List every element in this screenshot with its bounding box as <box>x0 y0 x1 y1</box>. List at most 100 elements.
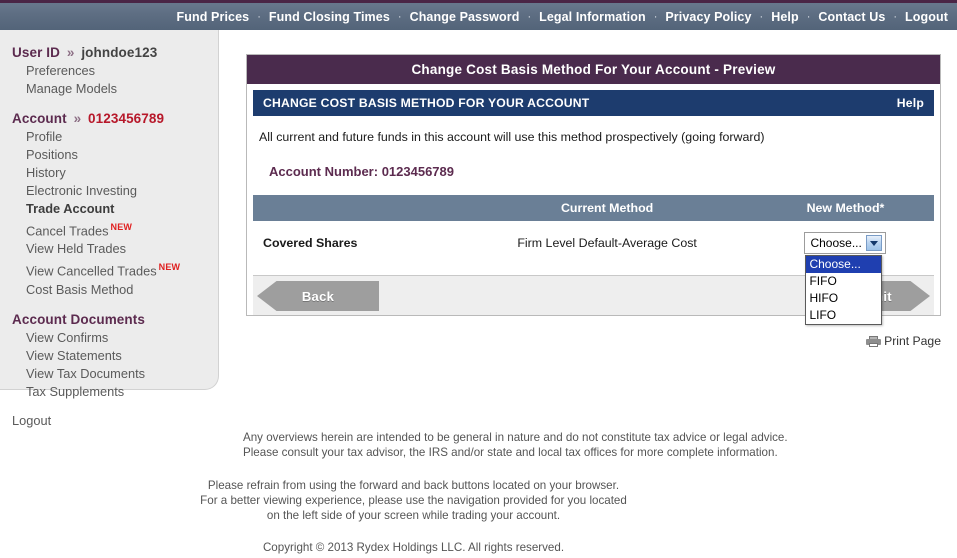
sidebar-item-view-held-trades[interactable]: View Held Trades <box>0 240 218 258</box>
sidebar-item-positions[interactable]: Positions <box>0 146 218 164</box>
sidebar-item-label: Cost Basis Method <box>26 281 134 297</box>
row-label-covered-shares: Covered Shares <box>263 236 358 250</box>
footer-disclaimer: Any overviews herein are intended to be … <box>243 430 957 460</box>
sidebar-item-manage-models[interactable]: Manage Models <box>0 80 218 98</box>
table-body: Covered Shares Firm Level Default-Averag… <box>253 221 934 325</box>
footer-copyright: Copyright © 2013 Rydex Holdings LLC. All… <box>262 541 565 554</box>
new-badge: NEW <box>158 262 181 273</box>
cost-basis-table: Current Method New Method* Covered Share… <box>253 195 934 325</box>
sidebar-item-label: Trade Account <box>26 201 115 216</box>
sidebar-item-preferences[interactable]: Preferences <box>0 62 218 80</box>
nav-link-change-password[interactable]: Change Password <box>409 10 521 24</box>
sidebar-item-view-tax-documents[interactable]: View Tax Documents <box>0 365 218 383</box>
nav-link-legal-information[interactable]: Legal Information <box>538 10 647 24</box>
nav-link-fund-prices[interactable]: Fund Prices <box>176 10 251 24</box>
footer: Any overviews herein are intended to be … <box>0 430 957 554</box>
nav-separator: · <box>257 10 261 23</box>
sidebar-item-tax-supplements[interactable]: Tax Supplements <box>0 383 218 401</box>
sidebar-item-view-confirms[interactable]: View Confirms <box>0 329 218 347</box>
account-number-row: Account Number: 0123456789 <box>253 154 934 195</box>
nav-separator: · <box>397 10 402 23</box>
dropdown-option-fifo[interactable]: FIFO <box>806 273 881 290</box>
nav-separator: · <box>527 10 532 23</box>
nav-link-fund-closing-times[interactable]: Fund Closing Times <box>268 10 391 24</box>
sidebar-item-view-cancelled-trades[interactable]: View Cancelled Trades NEW <box>0 258 218 280</box>
page-title: Change Cost Basis Method For Your Accoun… <box>247 55 940 84</box>
sidebar-item-label: Electronic Investing <box>26 183 137 198</box>
sidebar-item-label: Positions <box>26 147 78 162</box>
sidebar-item-label: Profile <box>26 129 63 144</box>
new-method-selected-value: Choose... <box>810 236 862 250</box>
sidebar-item-history[interactable]: History <box>0 164 218 182</box>
chevron-right-icon: » <box>66 45 75 60</box>
sidebar-account-heading: Account » 0123456789 <box>0 108 218 128</box>
nav-link-logout[interactable]: Logout <box>904 10 949 24</box>
back-button[interactable]: Back <box>257 281 379 311</box>
footer-disclaimer-line-1: Any overviews herein are intended to be … <box>243 431 788 444</box>
print-page-label: Print Page <box>884 334 941 348</box>
card-body: CHANGE COST BASIS METHOD FOR YOUR ACCOUN… <box>247 84 940 325</box>
column-header-new-method: New Method* <box>756 195 934 221</box>
sidebar-item-cancel-trades[interactable]: Cancel Trades NEW <box>0 218 218 240</box>
nav-link-contact-us[interactable]: Contact Us <box>817 10 886 24</box>
row-new-method-cell: Choose... Choose... FIFO HIFO LIFO <box>757 221 934 325</box>
account-number-label: Account Number: <box>269 164 379 179</box>
sidebar-item-cost-basis-method[interactable]: Cost Basis Method <box>0 281 218 299</box>
top-navigation-bar: Fund Prices · Fund Closing Times · Change Pa… <box>0 3 957 30</box>
table-header-row: Current Method New Method* <box>253 195 934 221</box>
nav-separator: · <box>653 10 658 23</box>
footer-notice-line-3: on the left side of your screen while tr… <box>266 509 561 522</box>
sidebar-documents-heading: Account Documents <box>0 309 218 329</box>
printer-icon <box>866 335 882 347</box>
sidebar-documents-label: Account Documents <box>12 311 145 327</box>
sidebar-document-items: View Confirms View Statements View Tax Doc… <box>0 329 218 401</box>
sidebar-item-label: Cancel Trades <box>26 223 109 239</box>
account-number-value: 0123456789 <box>381 164 454 179</box>
dropdown-option-choose-[interactable]: Choose... <box>806 256 882 273</box>
sidebar-account-value: 0123456789 <box>88 111 165 126</box>
sidebar-item-logout[interactable]: Logout <box>0 411 218 430</box>
sidebar-item-label: View Cancelled Trades <box>26 263 157 279</box>
new-method-dropdown-list[interactable]: Choose... FIFO HIFO LIFO <box>805 255 883 325</box>
sidebar-item-profile[interactable]: Profile <box>0 128 218 146</box>
intro-text: All current and future funds in this acc… <box>259 130 765 144</box>
nav-separator: · <box>806 10 811 23</box>
footer-disclaimer-line-2: Please consult your tax advisor, the IRS… <box>243 446 778 459</box>
chevron-down-icon[interactable] <box>866 235 883 251</box>
print-page-link[interactable]: Print Page <box>246 334 941 348</box>
footer-notice-line-2: For a better viewing experience, please … <box>200 494 627 507</box>
sidebar-item-view-statements[interactable]: View Statements <box>0 347 218 365</box>
section-banner: CHANGE COST BASIS METHOD FOR YOUR ACCOUN… <box>253 90 934 116</box>
column-header-blank <box>253 195 458 221</box>
new-method-select[interactable]: Choose... <box>804 232 887 254</box>
dropdown-option-lifo[interactable]: LIFO <box>806 307 881 324</box>
nav-link-privacy-policy[interactable]: Privacy Policy <box>664 10 752 24</box>
banner-help-link[interactable]: Help <box>897 96 924 110</box>
table-row: Covered Shares Firm Level Default-Averag… <box>253 221 934 325</box>
sidebar-item-trade-account[interactable]: Trade Account <box>0 200 218 218</box>
table-header: Current Method New Method* <box>253 195 934 221</box>
page-root: Fund Prices · Fund Closing Times · Change Pa… <box>0 0 957 558</box>
new-method-select-wrapper: Choose... Choose... FIFO HIFO LIFO <box>804 232 887 325</box>
sidebar-account-items: Profile Positions History Electronic Invest… <box>0 128 218 299</box>
footer-notice-line-1: Please refrain from using the forward an… <box>207 479 620 492</box>
column-header-current-method: Current Method <box>457 195 757 221</box>
top-navigation-links: Fund Prices · Fund Closing Times · Change Pa… <box>176 10 949 24</box>
footer-notice: Please refrain from using the forward an… <box>0 478 957 523</box>
sidebar-item-label: View Held Trades <box>26 241 127 257</box>
sidebar: User ID » johndoe123 Preferences Manage M… <box>0 30 219 428</box>
section-banner-title: CHANGE COST BASIS METHOD FOR YOUR ACCOUN… <box>263 96 590 110</box>
main-content-card: Change Cost Basis Method For Your Accoun… <box>246 54 941 325</box>
nav-separator: · <box>759 10 764 23</box>
sidebar-user-value: johndoe123 <box>81 45 158 60</box>
chevron-right-icon: » <box>73 111 82 126</box>
sidebar-item-electronic-investing[interactable]: Electronic Investing <box>0 182 218 200</box>
nav-separator: · <box>893 10 898 23</box>
sidebar-item-label: History <box>26 165 66 180</box>
dropdown-option-hifo[interactable]: HIFO <box>806 290 881 307</box>
nav-link-help[interactable]: Help <box>770 10 800 24</box>
sidebar-account-label: Account <box>12 111 67 126</box>
